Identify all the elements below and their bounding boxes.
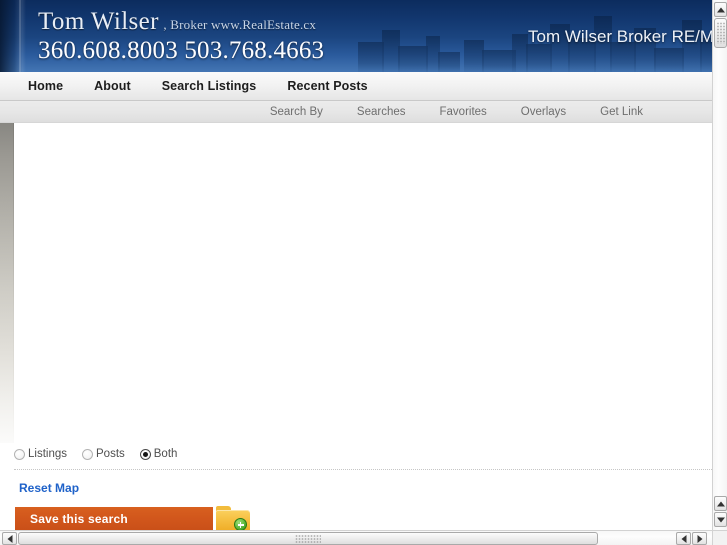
folder-add-icon[interactable] (216, 506, 250, 531)
radio-option-both[interactable]: Both (139, 448, 187, 460)
subnav-item-searches[interactable]: Searches (357, 106, 406, 118)
nav-item-about[interactable]: About (94, 79, 131, 93)
subnav-item-overlays[interactable]: Overlays (521, 106, 566, 118)
left-triangle-glyph-end (681, 534, 686, 543)
site-header: Tom Wilser , Broker www.RealEstate.cx 36… (0, 0, 712, 72)
header-right-title: Tom Wilser Broker RE/MA (528, 27, 712, 46)
page-content: Tom Wilser , Broker www.RealEstate.cx 36… (0, 0, 712, 531)
header-left-edge-decoration (0, 0, 26, 72)
primary-navigation: Home About Search Listings Recent Posts (0, 72, 712, 101)
up-triangle-glyph (716, 7, 725, 12)
vertical-scrollbar-thumb[interactable] (714, 18, 727, 48)
scroll-right-arrow-icon[interactable] (692, 532, 707, 545)
nav-item-recent-posts[interactable]: Recent Posts (287, 79, 367, 93)
horizontal-scrollbar[interactable] (0, 530, 727, 545)
map-canvas[interactable] (0, 123, 712, 443)
reset-map-link[interactable]: Reset Map (19, 481, 79, 495)
nav-item-search-listings[interactable]: Search Listings (162, 79, 257, 93)
scrollbar-grip-icon-horizontal (295, 534, 321, 543)
scroll-left-arrow-icon-end[interactable] (676, 532, 691, 545)
radio-label-both: Both (153, 448, 178, 460)
radio-option-posts[interactable]: Posts (82, 448, 134, 460)
vertical-scrollbar[interactable] (712, 0, 727, 545)
radio-label-listings: Listings (28, 448, 67, 460)
brand-phone-numbers: 360.608.8003 503.768.4663 (38, 37, 325, 64)
up-triangle-glyph-bottom (716, 501, 725, 506)
radio-label-posts: Posts (96, 448, 125, 460)
scrollbar-grip-icon (716, 22, 725, 44)
down-triangle-glyph (716, 517, 725, 522)
save-this-search-button[interactable]: Save this search (15, 507, 213, 531)
secondary-navigation: Search By Searches Favorites Overlays Ge… (0, 101, 712, 123)
result-type-radio-group: Listings Posts Both (14, 446, 192, 462)
scroll-up-arrow-icon[interactable] (714, 2, 727, 17)
brand-subtitle: , Broker www.RealEstate.cx (163, 17, 317, 32)
brand-block[interactable]: Tom Wilser , Broker www.RealEstate.cx 36… (38, 8, 324, 65)
scroll-up-arrow-icon-bottom[interactable] (714, 496, 727, 511)
right-triangle-glyph (697, 534, 702, 543)
brand-name: Tom Wilser (38, 8, 159, 35)
save-this-search-label: Save this search (30, 512, 128, 526)
horizontal-scrollbar-thumb[interactable] (18, 532, 598, 545)
scroll-down-arrow-icon[interactable] (714, 512, 727, 527)
browser-viewport: Tom Wilser , Broker www.RealEstate.cx 36… (0, 0, 727, 545)
radio-indicator-posts[interactable] (82, 448, 93, 460)
section-divider (14, 469, 712, 471)
radio-option-listings[interactable]: Listings (14, 448, 76, 460)
subnav-item-search-by[interactable]: Search By (270, 106, 323, 118)
scrollbar-corner (712, 530, 727, 545)
radio-indicator-both[interactable] (139, 448, 151, 460)
nav-item-home[interactable]: Home (28, 79, 63, 93)
subnav-item-get-link[interactable]: Get Link (600, 106, 643, 118)
map-left-edge-shadow (0, 123, 14, 443)
subnav-item-favorites[interactable]: Favorites (440, 106, 487, 118)
radio-indicator-listings[interactable] (14, 448, 25, 460)
scroll-left-arrow-icon[interactable] (2, 532, 17, 545)
left-triangle-glyph (7, 534, 12, 543)
